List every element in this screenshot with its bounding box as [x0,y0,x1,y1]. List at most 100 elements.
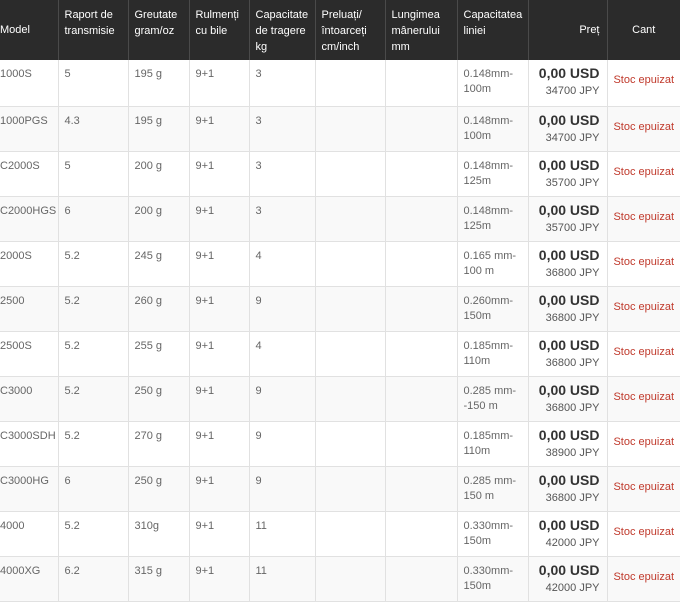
cell-line: 0.165 mm-100 m [457,241,529,287]
cell-handle [385,466,458,512]
price-usd: 0,00 USD [538,65,600,81]
cell-price: 0,00 USD 36800 JPY [528,241,608,287]
stock-status: Stoc epuizat [607,241,680,287]
table-row: C2000HGS 6 200 g 9+1 3 0.148mm-125m 0,00 USD 35… [0,196,680,242]
cell-line: 0.148mm-100m [457,106,529,152]
price-usd: 0,00 USD [538,336,600,353]
cell-handle [385,376,458,422]
cell-ratio: 5.2 [58,511,129,557]
cell-model: 2500 [0,286,59,332]
cell-handle [385,286,458,332]
cell-model: 1000PGS [0,106,59,152]
price-usd: 0,00 USD [538,246,600,263]
cell-retrieve [315,151,386,197]
cell-bearings: 9+1 [189,60,250,107]
price-jpy: 36800 JPY [545,491,600,504]
header-ratio: Raport de transmisie [58,0,129,60]
cell-weight: 255 g [128,331,190,377]
stock-status: Stoc epuizat [607,421,680,467]
cell-drag: 3 [249,151,316,197]
cell-weight: 200 g [128,151,190,197]
cell-retrieve [315,60,386,107]
cell-handle [385,241,458,287]
stock-status: Stoc epuizat [607,466,680,512]
header-price: Preț [528,0,608,60]
cell-ratio: 5 [58,151,129,197]
cell-line: 0.285 mm--150 m [457,376,529,422]
cell-retrieve [315,286,386,332]
table-row: C3000 5.2 250 g 9+1 9 0.285 mm--150 m 0,00 USD… [0,376,680,422]
price-jpy: 36800 JPY [545,356,600,369]
table-row: 2500S 5.2 255 g 9+1 4 0.185mm-110m 0,00 USD 368… [0,331,680,377]
cell-model: 1000S [0,60,59,107]
header-retrieve: Preluați/ întoarceți cm/inch [315,0,386,60]
cell-bearings: 9+1 [189,421,250,467]
table-row: C2000S 5 200 g 9+1 3 0.148mm-125m 0,00 USD 3570… [0,151,680,197]
cell-ratio: 4.3 [58,106,129,152]
stock-status: Stoc epuizat [607,196,680,242]
cell-retrieve [315,511,386,557]
cell-line: 0.330mm-150m [457,556,529,602]
table-row: 4000XG 6.2 315 g 9+1 11 0.330mm-150m 0,00 USD 4… [0,556,680,602]
cell-weight: 270 g [128,421,190,467]
cell-line: 0.330mm-150m [457,511,529,557]
cell-line: 0.285 mm-150 m [457,466,529,512]
cell-ratio: 5.2 [58,331,129,377]
table-row: 2000S 5.2 245 g 9+1 4 0.165 mm-100 m 0,00 USD 3… [0,241,680,287]
price-usd: 0,00 USD [538,291,600,308]
cell-model: C2000HGS [0,196,59,242]
cell-price: 0,00 USD 42000 JPY [528,556,608,602]
stock-status: Stoc epuizat [607,60,680,107]
price-usd: 0,00 USD [538,426,600,443]
cell-retrieve [315,241,386,287]
price-jpy: 35700 JPY [545,176,600,189]
cell-price: 0,00 USD 36800 JPY [528,331,608,377]
cell-bearings: 9+1 [189,151,250,197]
cell-handle [385,511,458,557]
cell-bearings: 9+1 [189,466,250,512]
price-usd: 0,00 USD [538,201,600,218]
cell-bearings: 9+1 [189,511,250,557]
price-jpy: 34700 JPY [545,131,600,144]
price-jpy: 42000 JPY [545,581,600,594]
cell-weight: 195 g [128,106,190,152]
cell-drag: 11 [249,556,316,602]
cell-retrieve [315,466,386,512]
cell-drag: 11 [249,511,316,557]
header-model: Model [0,0,59,60]
price-jpy: 36800 JPY [545,401,600,414]
table-row: 2500 5.2 260 g 9+1 9 0.260mm-150m 0,00 USD 3680… [0,286,680,332]
cell-price: 0,00 USD 38900 JPY [528,421,608,467]
cell-handle [385,556,458,602]
cell-handle [385,106,458,152]
cell-model: 2000S [0,241,59,287]
cell-bearings: 9+1 [189,196,250,242]
cell-bearings: 9+1 [189,286,250,332]
cell-ratio: 5.2 [58,421,129,467]
price-jpy: 35700 JPY [545,221,600,234]
cell-ratio: 6.2 [58,556,129,602]
cell-price: 0,00 USD 36800 JPY [528,466,608,512]
table-row: 1000S 5 195 g 9+1 3 0.148mm-100m 0,00 USD 34700… [0,60,680,107]
product-spec-table: Model Raport de transmisie Greutate gram… [0,0,680,602]
cell-drag: 3 [249,60,316,107]
cell-ratio: 5.2 [58,241,129,287]
cell-price: 0,00 USD 35700 JPY [528,196,608,242]
cell-retrieve [315,376,386,422]
cell-weight: 310g [128,511,190,557]
price-usd: 0,00 USD [538,516,600,533]
cell-model: C3000HG [0,466,59,512]
cell-line: 0.148mm-125m [457,151,529,197]
cell-handle [385,196,458,242]
price-jpy: 36800 JPY [545,266,600,279]
cell-model: C2000S [0,151,59,197]
cell-retrieve [315,421,386,467]
cell-bearings: 9+1 [189,106,250,152]
cell-handle [385,151,458,197]
cell-model: C3000SDH [0,421,59,467]
cell-line: 0.148mm-100m [457,60,529,107]
cell-handle [385,421,458,467]
cell-drag: 9 [249,376,316,422]
cell-price: 0,00 USD 34700 JPY [528,106,608,152]
cell-price: 0,00 USD 35700 JPY [528,151,608,197]
